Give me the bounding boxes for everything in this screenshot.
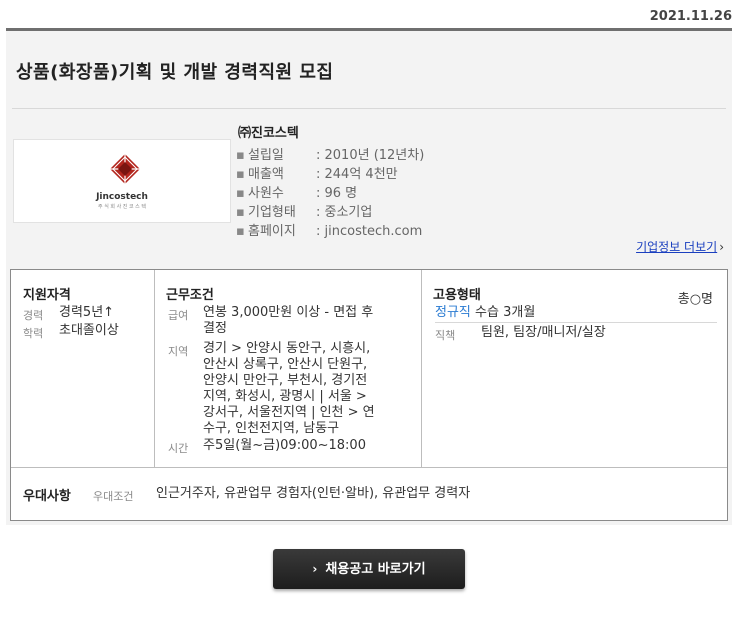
position-label: 직책 bbox=[435, 329, 456, 342]
region-line: 강서구, 서울전지역 | 인천 > 연 bbox=[203, 405, 375, 420]
info-value: : jincostech.com bbox=[316, 224, 423, 239]
region-line: 안산시 상록구, 안산시 단원구, bbox=[203, 357, 368, 372]
company-info-more-label: 기업정보 더보기 bbox=[636, 240, 718, 254]
region-label: 지역 bbox=[168, 345, 189, 358]
time-label: 시간 bbox=[168, 442, 189, 455]
region-line: 안양시 만안구, 부천시, 경기전 bbox=[203, 373, 368, 388]
salary-line: 결정 bbox=[203, 321, 227, 336]
company-info-list: ▪ 설립일: 2010년 (12년차) ▪ 매출액: 244억 4천만 ▪ 사원수: … bbox=[236, 146, 424, 241]
employment-type: 정규직 수습 3개월 bbox=[435, 305, 535, 321]
info-key: 설립일 bbox=[248, 148, 284, 163]
company-name[interactable]: ㈜진코스텍 bbox=[238, 122, 299, 141]
company-info-row: ▪ 설립일 : 2010년 (12년차) bbox=[236, 146, 424, 165]
job-details-grid: 지원자격 경력 경력5년↑ 학력 초대졸이상 근무조건 급여 연봉 3,000만… bbox=[10, 269, 728, 521]
apply-button[interactable]: › 채용공고 바로가기 bbox=[273, 549, 465, 589]
preference-label: 우대조건 bbox=[93, 490, 134, 503]
education-label: 학력 bbox=[23, 327, 44, 340]
company-info-row: ▪ 매출액 : 244억 4천만 bbox=[236, 165, 424, 184]
company-logo-mark-icon bbox=[110, 154, 140, 184]
employment-heading: 고용형태 bbox=[433, 288, 481, 303]
salary-label: 급여 bbox=[168, 309, 189, 322]
info-value: : 2010년 (12년차) bbox=[316, 148, 425, 163]
info-key: 매출액 bbox=[248, 167, 284, 182]
region-line: 수구, 인천전지역, 남동구 bbox=[203, 421, 340, 436]
bullet-icon: ▪ bbox=[236, 148, 245, 163]
career-label: 경력 bbox=[23, 309, 44, 322]
employment-type-extra: 수습 3개월 bbox=[475, 305, 536, 320]
career-value: 경력5년↑ bbox=[59, 305, 115, 320]
info-value: : 중소기업 bbox=[316, 205, 373, 220]
region-line: 지역, 화성시, 광명시 | 서울 > bbox=[203, 389, 367, 404]
hiring-count: 총○명 bbox=[677, 292, 713, 307]
company-logo[interactable]: Jincostech 주 식 회 사 진 코 스 텍 bbox=[13, 139, 231, 223]
employment-divider bbox=[435, 322, 717, 323]
bullet-icon: ▪ bbox=[236, 224, 245, 239]
salary-line: 연봉 3,000만원 이상 - 면접 후 bbox=[203, 305, 374, 320]
chevron-right-icon: › bbox=[312, 562, 318, 576]
region-value: 경기 > 안양시 동안구, 시흥시, 안산시 상록구, 안산시 단원구, 안양시… bbox=[203, 341, 375, 437]
company-logo-text: Jincostech bbox=[96, 192, 148, 202]
page-title: 상품(화장품)기획 및 개발 경력직원 모집 bbox=[16, 62, 334, 83]
info-value: : 244억 4천만 bbox=[316, 167, 398, 182]
bullet-icon: ▪ bbox=[236, 205, 245, 220]
time-value: 주5일(월~금)09:00~18:00 bbox=[203, 438, 366, 453]
bullet-icon: ▪ bbox=[236, 186, 245, 201]
bullet-icon: ▪ bbox=[236, 167, 245, 182]
title-divider bbox=[12, 108, 726, 109]
salary-value: 연봉 3,000만원 이상 - 면접 후 결정 bbox=[203, 305, 373, 337]
info-key: 홈페이지 bbox=[248, 224, 296, 239]
company-info-more-link[interactable]: 기업정보 더보기 › bbox=[636, 238, 724, 255]
info-value: : 96 명 bbox=[316, 186, 358, 201]
apply-button-label: 채용공고 바로가기 bbox=[325, 562, 426, 577]
qualification-heading: 지원자격 bbox=[23, 288, 71, 303]
company-info-row: ▪ 홈페이지 : jincostech.com bbox=[236, 222, 424, 241]
info-key: 기업형태 bbox=[248, 205, 296, 220]
position-value: 팀원, 팀장/매니저/실장 bbox=[481, 325, 606, 340]
preference-value: 인근거주자, 유관업무 경험자(인턴·알바), 유관업무 경력자 bbox=[156, 486, 471, 501]
company-info-row: ▪ 사원수 : 96 명 bbox=[236, 184, 424, 203]
company-logo-subtext: 주 식 회 사 진 코 스 텍 bbox=[98, 204, 146, 210]
chevron-right-icon: › bbox=[719, 240, 724, 254]
column-divider bbox=[154, 270, 155, 467]
posting-date: 2021.11.26 bbox=[649, 9, 732, 24]
education-value: 초대졸이상 bbox=[59, 323, 119, 338]
company-info-row: ▪ 기업형태 : 중소기업 bbox=[236, 203, 424, 222]
column-divider bbox=[421, 270, 422, 467]
info-key: 사원수 bbox=[248, 186, 284, 201]
employment-type-value: 정규직 bbox=[435, 305, 471, 320]
preference-heading: 우대사항 bbox=[23, 489, 71, 504]
row-divider bbox=[11, 467, 727, 468]
region-line: 경기 > 안양시 동안구, 시흥시, bbox=[203, 341, 371, 356]
conditions-heading: 근무조건 bbox=[166, 288, 214, 303]
